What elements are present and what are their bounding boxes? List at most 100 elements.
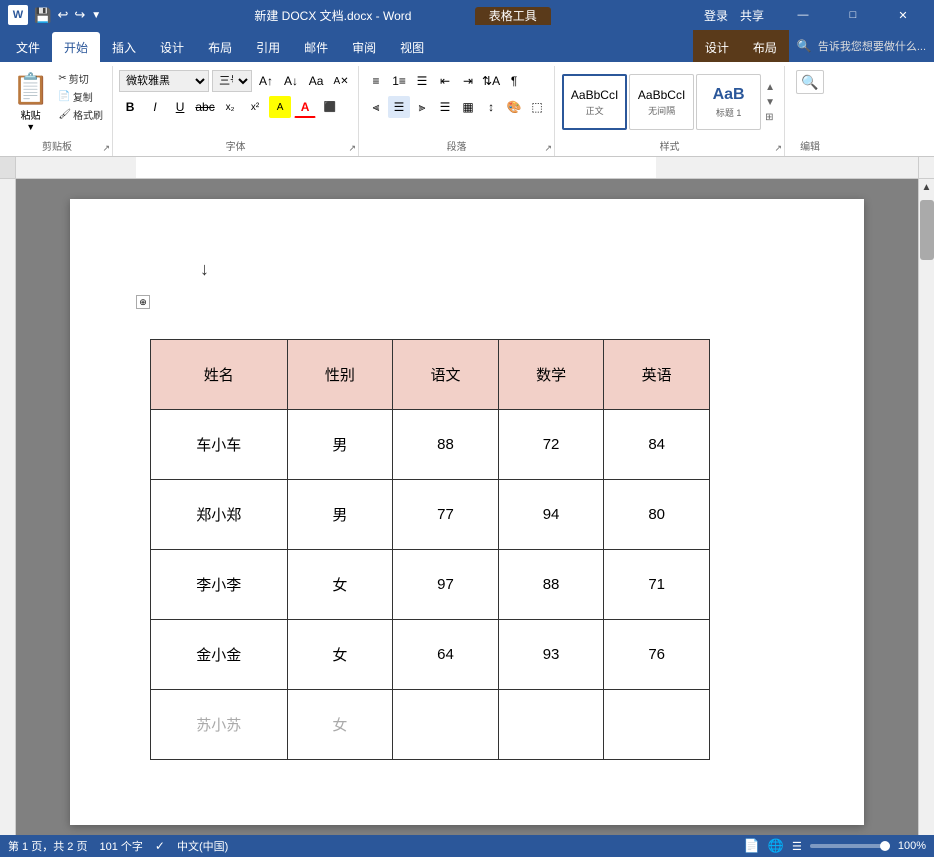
proofing-icon[interactable]: ✓ (155, 839, 165, 853)
quick-save[interactable]: 💾 (34, 7, 51, 24)
cell-gender-4[interactable]: 女 (287, 690, 393, 760)
zoom-slider[interactable] (810, 844, 890, 848)
columns-btn[interactable]: ▦ (457, 96, 479, 118)
table-move-handle[interactable]: ⊕ (136, 295, 150, 309)
justify-btn[interactable]: ☰ (434, 96, 456, 118)
align-left-btn[interactable]: ⫷ (365, 96, 387, 118)
scroll-thumb[interactable] (920, 200, 934, 260)
minimize-btn[interactable]: — (780, 0, 826, 30)
cut-button[interactable]: ✂ 剪切 (55, 70, 106, 87)
cell-english-1[interactable]: 80 (604, 480, 710, 550)
search-label[interactable]: 告诉我您想要做什么... (818, 38, 926, 54)
cell-chinese-2[interactable]: 97 (393, 550, 499, 620)
line-spacing-btn[interactable]: ↕ (480, 96, 502, 118)
cell-math-3[interactable]: 93 (498, 620, 604, 690)
multilevel-btn[interactable]: ☰ (411, 70, 433, 92)
cell-name-0[interactable]: 车小车 (151, 410, 288, 480)
cell-name-1[interactable]: 郑小郑 (151, 480, 288, 550)
cell-gender-0[interactable]: 男 (287, 410, 393, 480)
cell-chinese-1[interactable]: 77 (393, 480, 499, 550)
tab-view[interactable]: 视图 (388, 32, 436, 62)
scroll-up-arrow[interactable]: ▲ (919, 179, 934, 196)
table-tab-layout[interactable]: 布局 (741, 32, 789, 62)
vertical-scrollbar[interactable]: ▲ (918, 179, 934, 835)
close-btn[interactable]: ✕ (880, 0, 926, 30)
styles-down-arrow[interactable]: ▼ (763, 95, 777, 110)
copy-button[interactable]: 📄 复制 (55, 88, 106, 105)
font-size-select[interactable]: 三号 (212, 70, 252, 92)
decrease-indent-btn[interactable]: ⇤ (434, 70, 456, 92)
paste-button[interactable]: 📋 粘贴 ▼ (8, 70, 53, 134)
cell-english-2[interactable]: 71 (604, 550, 710, 620)
maximize-btn[interactable]: □ (830, 0, 876, 30)
numbering-btn[interactable]: 1≡ (388, 70, 410, 92)
highlight-btn[interactable]: A (269, 96, 291, 118)
view-web-btn[interactable]: 🌐 (768, 838, 784, 854)
increase-indent-btn[interactable]: ⇥ (457, 70, 479, 92)
redo-btn[interactable]: ↪ (74, 7, 85, 23)
italic-btn[interactable]: I (144, 96, 166, 118)
cell-gender-3[interactable]: 女 (287, 620, 393, 690)
tab-review[interactable]: 审阅 (340, 32, 388, 62)
cell-gender-1[interactable]: 男 (287, 480, 393, 550)
cell-math-0[interactable]: 72 (498, 410, 604, 480)
shading-btn[interactable]: ⬛ (319, 96, 341, 118)
cell-name-2[interactable]: 李小李 (151, 550, 288, 620)
style-heading1[interactable]: AaB 标题 1 (696, 74, 761, 130)
borders-btn[interactable]: ⬚ (526, 96, 548, 118)
cell-math-1[interactable]: 94 (498, 480, 604, 550)
style-no-space[interactable]: AaBbCcI 无间隔 (629, 74, 694, 130)
tab-layout[interactable]: 布局 (196, 32, 244, 62)
bold-btn[interactable]: B (119, 96, 141, 118)
styles-expand-icon[interactable]: ↗ (775, 143, 783, 154)
cell-gender-2[interactable]: 女 (287, 550, 393, 620)
align-right-btn[interactable]: ⫸ (411, 96, 433, 118)
cell-english-4[interactable] (604, 690, 710, 760)
superscript-btn[interactable]: x² (244, 96, 266, 118)
clear-format-btn[interactable]: A✕ (330, 70, 352, 92)
font-color-btn[interactable]: A (294, 96, 316, 118)
styles-up-arrow[interactable]: ▲ (763, 80, 777, 95)
cell-math-4[interactable] (498, 690, 604, 760)
bullets-btn[interactable]: ≡ (365, 70, 387, 92)
cell-name-4[interactable]: 苏小苏 (151, 690, 288, 760)
tab-home[interactable]: 开始 (52, 32, 100, 62)
paragraph-expand-icon[interactable]: ↗ (545, 143, 553, 154)
tab-design[interactable]: 设计 (148, 32, 196, 62)
style-normal[interactable]: AaBbCcI 正文 (562, 74, 627, 130)
tab-file[interactable]: 文件 (4, 32, 52, 62)
quick-access-arrow[interactable]: ▼ (91, 10, 101, 21)
underline-btn[interactable]: U (169, 96, 191, 118)
cell-english-0[interactable]: 84 (604, 410, 710, 480)
cell-english-3[interactable]: 76 (604, 620, 710, 690)
cell-name-3[interactable]: 金小金 (151, 620, 288, 690)
shading-para-btn[interactable]: 🎨 (503, 96, 525, 118)
share-btn[interactable]: 共享 (740, 7, 764, 24)
tab-references[interactable]: 引用 (244, 32, 292, 62)
table-tab-design[interactable]: 设计 (693, 32, 741, 62)
font-name-select[interactable]: 微软雅黑 (119, 70, 209, 92)
cell-chinese-3[interactable]: 64 (393, 620, 499, 690)
subscript-btn[interactable]: x₂ (219, 96, 241, 118)
change-case-btn[interactable]: Aa (305, 70, 327, 92)
view-outline-btn[interactable]: ☰ (792, 840, 802, 853)
clipboard-expand-icon[interactable]: ↗ (103, 143, 111, 154)
cell-chinese-0[interactable]: 88 (393, 410, 499, 480)
view-normal-btn[interactable]: 📄 (744, 838, 760, 854)
font-grow-btn[interactable]: A↑ (255, 70, 277, 92)
cell-chinese-4[interactable] (393, 690, 499, 760)
strikethrough-btn[interactable]: abc (194, 96, 216, 118)
styles-more-arrow[interactable]: ⊞ (763, 110, 777, 125)
undo-btn[interactable]: ↩ (57, 7, 68, 23)
align-center-btn[interactable]: ☰ (388, 96, 410, 118)
find-btn[interactable]: 🔍 (796, 70, 823, 94)
sort-btn[interactable]: ⇅A (480, 70, 502, 92)
show-hide-btn[interactable]: ¶ (503, 70, 525, 92)
tab-mailings[interactable]: 邮件 (292, 32, 340, 62)
doc-main[interactable]: ↓ ⊕ 姓名 性别 语文 数学 英语 车小车 (16, 179, 918, 835)
font-expand-icon[interactable]: ↗ (349, 143, 357, 154)
font-shrink-btn[interactable]: A↓ (280, 70, 302, 92)
paste-arrow[interactable]: ▼ (26, 122, 35, 132)
tab-insert[interactable]: 插入 (100, 32, 148, 62)
login-btn[interactable]: 登录 (704, 7, 728, 24)
